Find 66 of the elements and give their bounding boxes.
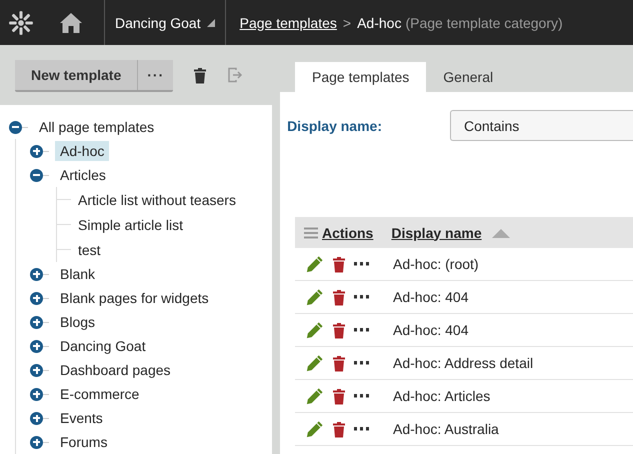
new-template-button[interactable]: New template <box>15 60 138 90</box>
breadcrumb-link[interactable]: Page templates <box>240 14 337 30</box>
more-button[interactable]: ··· <box>137 60 174 90</box>
tree-item[interactable]: Blank <box>55 264 100 284</box>
table-cell: Ad-hoc: (root) <box>393 256 479 272</box>
delete-icon[interactable] <box>332 420 346 438</box>
collapse-toggle-icon[interactable] <box>30 168 43 182</box>
table-cell: Ad-hoc: 404 <box>393 289 468 305</box>
more-icon[interactable] <box>354 328 369 332</box>
tab[interactable]: Page templates <box>295 62 426 92</box>
breadcrumb-type: (Page template category) <box>405 14 563 30</box>
filter-label: Display name: <box>286 118 382 134</box>
expand-toggle-icon[interactable] <box>30 292 43 304</box>
column-header[interactable]: Display name <box>391 224 482 240</box>
expand-toggle-icon[interactable] <box>30 144 43 158</box>
table-cell: Ad-hoc: 404 <box>393 322 468 338</box>
home-icon[interactable] <box>58 10 84 34</box>
delete-icon[interactable] <box>332 354 346 372</box>
expand-toggle-icon[interactable] <box>30 388 43 400</box>
tree-item[interactable]: Forums <box>55 432 112 452</box>
pencil-icon[interactable] <box>305 288 324 306</box>
delete-icon[interactable] <box>193 66 208 84</box>
site-selector[interactable]: Dancing Goat <box>104 0 226 45</box>
tree-item[interactable]: Articles <box>55 165 111 185</box>
tab[interactable]: General <box>426 62 510 92</box>
table-cell: Ad-hoc: Articles <box>393 388 490 404</box>
tree-item[interactable]: Blogs <box>55 312 100 332</box>
breadcrumb-current: Ad-hoc <box>357 14 402 30</box>
expand-toggle-icon[interactable] <box>30 412 43 424</box>
condition-dropdown[interactable]: Contains <box>450 110 633 141</box>
caret-icon <box>206 18 215 26</box>
tree-item[interactable]: E-commerce <box>55 384 144 404</box>
more-icon[interactable] <box>354 394 369 398</box>
delete-icon[interactable] <box>332 256 346 272</box>
tree-item[interactable]: Blank pages for widgets <box>55 288 214 308</box>
delete-icon[interactable] <box>332 388 346 404</box>
more-icon[interactable] <box>354 427 369 431</box>
expand-toggle-icon[interactable] <box>30 316 43 328</box>
more-icon[interactable] <box>354 262 369 266</box>
tree-item[interactable]: Article list without teasers <box>73 190 241 210</box>
pencil-icon[interactable] <box>305 254 324 274</box>
tree-item[interactable]: Simple article list <box>73 214 188 234</box>
more-icon[interactable] <box>354 361 369 365</box>
delete-icon[interactable] <box>332 322 346 338</box>
pencil-icon[interactable] <box>305 320 324 340</box>
more-icon[interactable] <box>354 295 369 299</box>
tree-item[interactable]: Dashboard pages <box>55 360 176 380</box>
pencil-icon[interactable] <box>305 354 324 372</box>
expand-toggle-icon[interactable] <box>30 340 43 352</box>
tree-item[interactable]: test <box>73 240 106 260</box>
tree-item[interactable]: Events <box>55 408 108 428</box>
expand-toggle-icon[interactable] <box>30 364 43 376</box>
tree-item[interactable]: All page templates <box>34 117 160 137</box>
expand-toggle-icon[interactable] <box>30 436 43 448</box>
pencil-icon[interactable] <box>305 386 324 406</box>
delete-icon[interactable] <box>332 288 346 306</box>
pencil-icon[interactable] <box>305 420 324 438</box>
tree-item[interactable]: Ad-hoc <box>55 141 110 161</box>
column-header[interactable]: Actions <box>322 224 374 240</box>
table-cell: Ad-hoc: Australia <box>393 421 499 437</box>
expand-toggle-icon[interactable] <box>30 268 43 280</box>
table-cell: Ad-hoc: Address detail <box>393 355 534 371</box>
collapse-toggle-icon[interactable] <box>9 120 22 134</box>
logo-icon[interactable] <box>8 10 34 36</box>
tree-item[interactable]: Dancing Goat <box>55 336 151 356</box>
breadcrumb-separator: > <box>342 14 352 30</box>
